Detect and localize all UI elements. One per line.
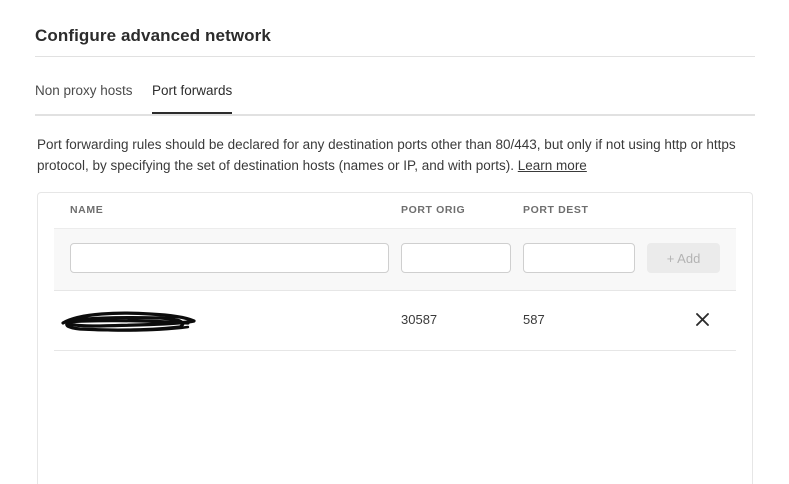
tabs-divider — [35, 114, 755, 116]
learn-more-link[interactable]: Learn more — [518, 158, 587, 173]
name-input[interactable] — [70, 243, 389, 273]
tab-port-forwards[interactable]: Port forwards — [152, 83, 233, 114]
configure-network-page: Configure advanced network Non proxy hos… — [0, 0, 789, 484]
title-divider — [35, 56, 755, 57]
port-orig-input[interactable] — [401, 243, 511, 273]
add-button[interactable]: + Add — [647, 243, 720, 273]
redacted-name-scribble — [61, 311, 196, 332]
tab-bar: Non proxy hosts Port forwards — [35, 83, 755, 116]
description: Port forwarding rules should be declared… — [37, 134, 737, 176]
column-header-port-dest: PORT DEST — [523, 204, 589, 216]
row-port-orig: 30587 — [401, 312, 438, 327]
close-icon[interactable] — [694, 311, 711, 328]
column-header-port-orig: PORT ORIG — [401, 204, 466, 216]
description-text: Port forwarding rules should be declared… — [37, 137, 736, 173]
tab-non-proxy-hosts[interactable]: Non proxy hosts — [35, 83, 133, 114]
column-header-name: NAME — [70, 204, 104, 216]
page-title: Configure advanced network — [35, 26, 271, 45]
row-port-dest: 587 — [523, 312, 545, 327]
port-dest-input[interactable] — [523, 243, 635, 273]
